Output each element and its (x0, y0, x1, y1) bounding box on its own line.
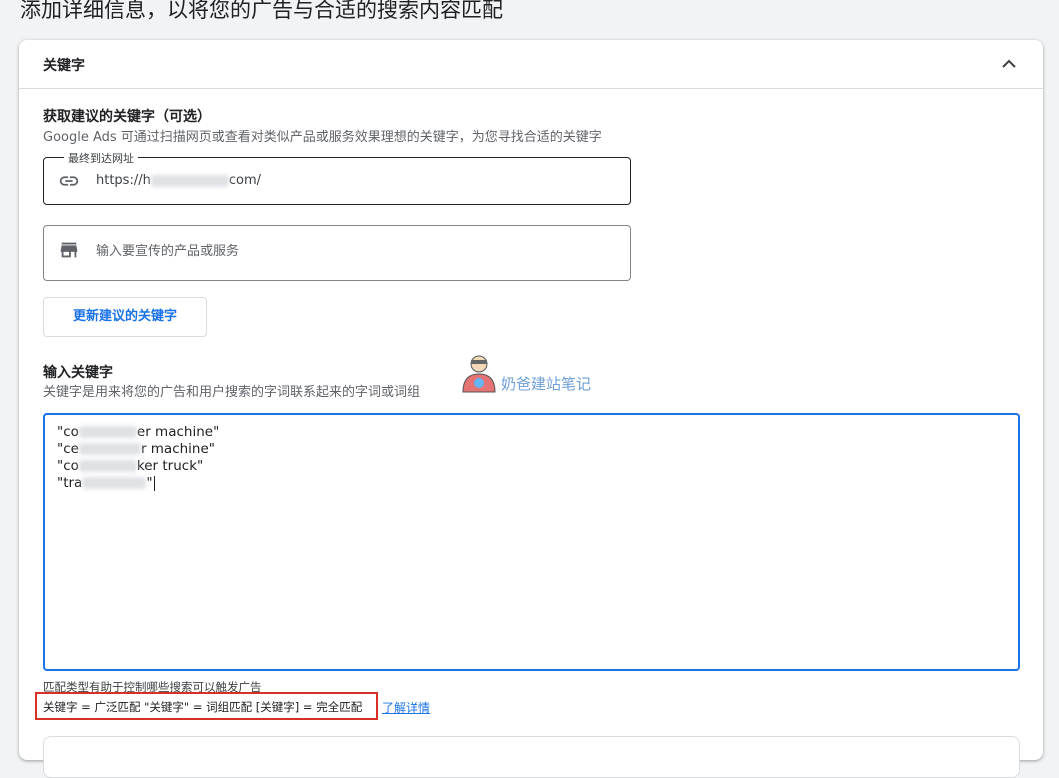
keyword-suffix: ker truck" (136, 458, 204, 474)
redacted-text (82, 477, 147, 489)
text-cursor (153, 475, 155, 491)
keywords-title: 输入关键字 (43, 365, 113, 381)
link-icon (58, 170, 80, 192)
keyword-prefix: "co (57, 424, 79, 440)
keyword-line: "ce r machine" (57, 441, 215, 457)
card-title: 关键字 (43, 58, 85, 74)
keyword-suffix: " (146, 475, 153, 491)
redacted-text (78, 443, 141, 455)
keyword-prefix: "co (57, 458, 79, 474)
storefront-icon (58, 239, 80, 261)
final-url-field[interactable]: 最终到达网址 https://h com/ (43, 150, 631, 205)
next-panel (43, 736, 1020, 778)
suggest-title: 获取建议的关键字（可选） (43, 109, 211, 125)
keyword-line: "co er machine" (57, 424, 219, 440)
page-title: 添加详细信息，以将您的广告与合适的搜索内容匹配 (20, 0, 503, 22)
url-prefix: https://h (96, 173, 151, 188)
suggest-description: Google Ads 可通过扫描网页或查看对类似产品或服务效果理想的关键字，为您… (43, 130, 602, 145)
keyword-line: "co ker truck" (57, 458, 203, 474)
learn-more-link[interactable]: 了解详情 (382, 699, 430, 716)
product-service-field[interactable]: 输入要宣传的产品或服务 (43, 225, 631, 281)
chevron-up-icon[interactable] (997, 52, 1021, 76)
keywords-card: 关键字 获取建议的关键字（可选） Google Ads 可通过扫描网页或查看对类… (19, 40, 1043, 778)
watermark: 奶爸建站笔记 (459, 352, 619, 394)
final-url-value[interactable]: https://h com/ (96, 173, 261, 188)
match-types-legend: 关键字 = 广泛匹配 "关键字" = 词组匹配 [关键字] = 完全匹配 (43, 700, 363, 714)
keywords-description: 关键字是用来将您的广告和用户搜索的字词联系起来的字词或词组 (43, 385, 421, 400)
mascot-icon (459, 352, 499, 398)
redacted-text (78, 426, 137, 438)
product-service-placeholder: 输入要宣传的产品或服务 (96, 244, 240, 259)
keyword-line: "tra " (57, 475, 155, 491)
card-header[interactable]: 关键字 (19, 40, 1043, 89)
redacted-text (78, 460, 137, 472)
update-keywords-button[interactable]: 更新建议的关键字 (43, 297, 207, 337)
keyword-suffix: r machine" (140, 441, 216, 457)
url-suffix: com/ (228, 173, 261, 188)
keywords-textarea[interactable]: "co er machine" "ce r machine" "co ker truc… (43, 413, 1020, 671)
keyword-prefix: "tra (57, 475, 83, 491)
keyword-suffix: er machine" (136, 424, 220, 440)
final-url-label: 最终到达网址 (64, 150, 138, 166)
watermark-text: 奶爸建站笔记 (501, 375, 592, 393)
keyword-prefix: "ce (57, 441, 79, 457)
redacted-text (150, 174, 229, 187)
match-types-highlight: 关键字 = 广泛匹配 "关键字" = 词组匹配 [关键字] = 完全匹配 (35, 692, 378, 720)
